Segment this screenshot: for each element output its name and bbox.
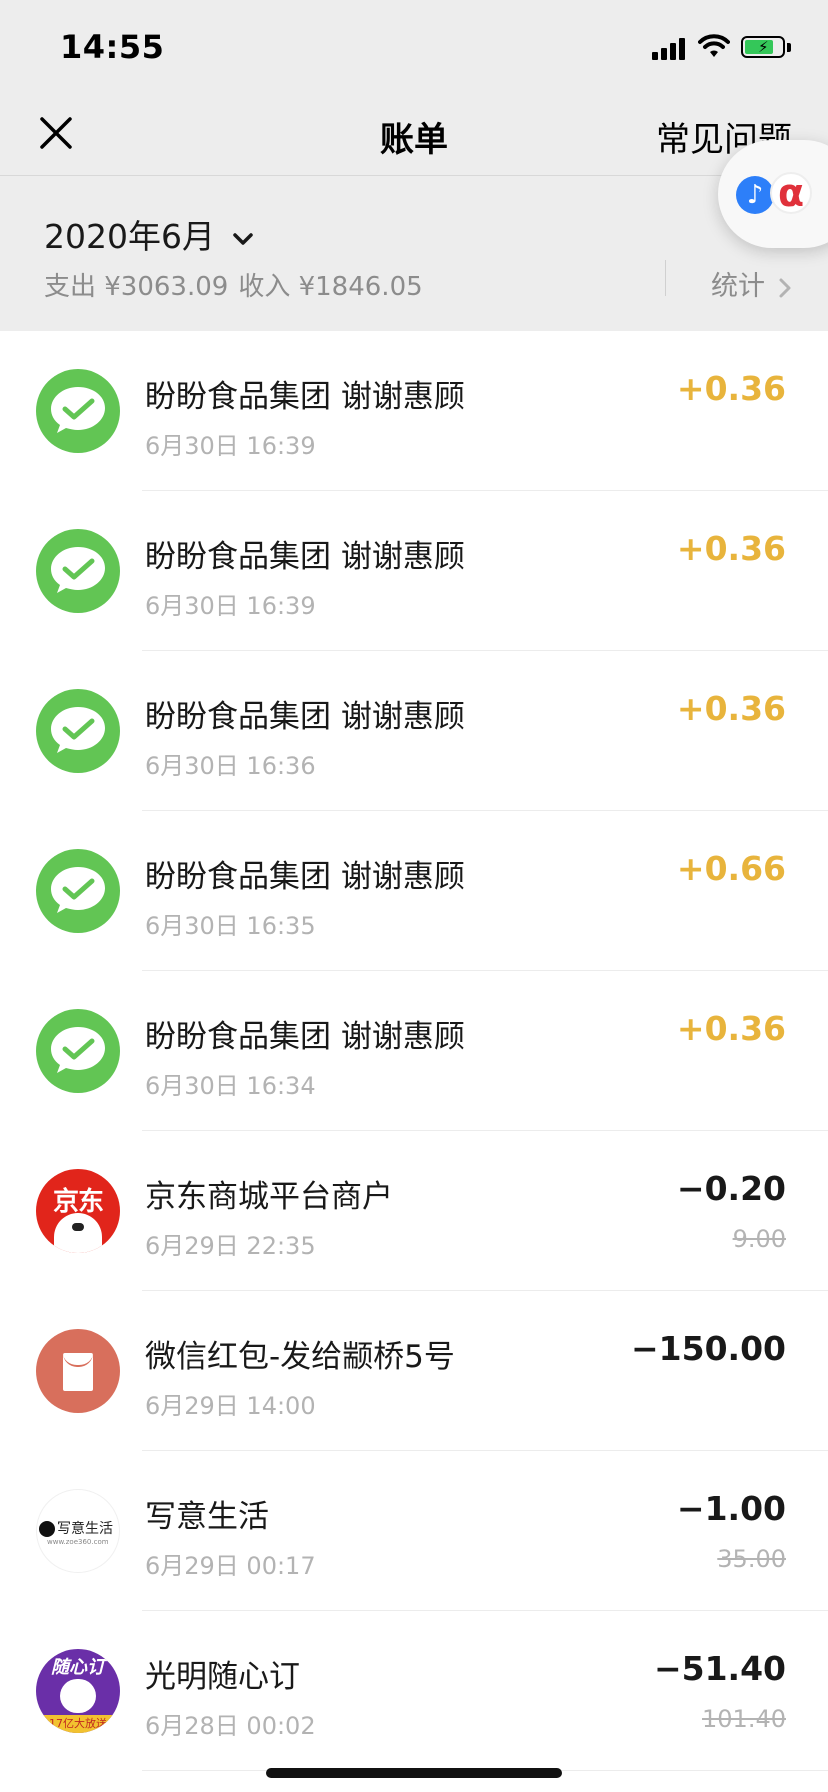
cellular-signal-icon [652,36,686,60]
transaction-list: 盼盼食品集团 谢谢惠顾 6月30日 16:39 +0.36 盼盼食品集团 谢谢惠顾 6月… [0,331,828,1771]
transaction-amount: +0.36 [676,369,786,408]
transaction-amount: +0.36 [676,1009,786,1048]
transaction-title: 盼盼食品集团 谢谢惠顾 [145,699,465,735]
transaction-title: 盼盼食品集团 谢谢惠顾 [145,539,465,575]
wechat-pay-icon [36,849,120,933]
transaction-title: 写意生活 [145,1499,269,1535]
month-label: 2020年6月 [44,217,215,256]
transaction-row[interactable]: 写意生活 www.zoe360.com 写意生活 6月29日 00:17 −1.00 35… [0,1451,828,1611]
transaction-title: 盼盼食品集团 谢谢惠顾 [145,1019,465,1055]
transaction-title: 微信红包-发给颛桥5号 [145,1339,455,1375]
transaction-time: 6月30日 16:39 [145,432,316,460]
transaction-title: 盼盼食品集团 谢谢惠顾 [145,859,465,895]
stats-label: 统计 [711,271,765,302]
transaction-row[interactable]: 盼盼食品集团 谢谢惠顾 6月30日 16:36 +0.36 [0,651,828,811]
original-price: 101.40 [702,1705,786,1733]
stats-link[interactable]: 统计 [711,264,792,303]
status-bar: 14:55 ⚡ [0,0,828,96]
transaction-time: 6月28日 00:02 [145,1712,316,1740]
transaction-row[interactable]: 盼盼食品集团 谢谢惠顾 6月30日 16:39 +0.36 [0,331,828,491]
wechat-pay-icon [36,1009,120,1093]
wifi-icon [698,34,730,57]
wechat-pay-icon [36,369,120,453]
jd-logo-icon: 京东 [36,1169,120,1253]
expense-total: 支出 ¥3063.09 [44,272,229,302]
transaction-amount: −51.40 [653,1649,786,1688]
transaction-title: 光明随心订 [145,1659,300,1695]
red-packet-icon [36,1329,120,1413]
transaction-amount: +0.66 [676,849,786,888]
transaction-time: 6月29日 22:35 [145,1232,316,1260]
xieyi-logo-icon: 写意生活 www.zoe360.com [36,1489,120,1573]
transaction-amount: −150.00 [631,1329,786,1368]
header-area: 14:55 ⚡ 账单 常见问题 2020年6月 支出 ¥3063.09 收入 ¥1… [0,0,828,331]
guangming-logo-band: 17亿大放送 [36,1715,120,1733]
transaction-row[interactable]: 盼盼食品集团 谢谢惠顾 6月30日 16:39 +0.36 [0,491,828,651]
wechat-pay-icon [36,529,120,613]
transaction-title: 盼盼食品集团 谢谢惠顾 [145,379,465,415]
transaction-time: 6月30日 16:39 [145,592,316,620]
monthly-summary: 支出 ¥3063.09 收入 ¥1846.05 [44,266,423,303]
transaction-row[interactable]: 盼盼食品集团 谢谢惠顾 6月30日 16:34 +0.36 [0,971,828,1131]
transaction-row[interactable]: 随心订 17亿大放送 光明随心订 6月28日 00:02 −51.40 101.40 [0,1611,828,1771]
xieyi-logo-text: 写意生活 [57,1521,113,1537]
transaction-time: 6月29日 14:00 [145,1392,316,1420]
transaction-row[interactable]: 盼盼食品集团 谢谢惠顾 6月30日 16:35 +0.66 [0,811,828,971]
navigation-bar: 账单 常见问题 [0,96,828,176]
alpha-icon: α [770,172,812,214]
wechat-pay-icon [36,689,120,773]
floating-app-switcher[interactable]: ♪ α [718,140,828,248]
month-selector[interactable]: 2020年6月 [44,210,255,258]
guangming-logo-icon: 随心订 17亿大放送 [36,1649,120,1733]
transaction-amount: −0.20 [676,1169,786,1208]
original-price: 35.00 [717,1545,786,1573]
close-icon[interactable] [34,111,78,155]
transaction-time: 6月30日 16:36 [145,752,316,780]
transaction-amount: +0.36 [676,689,786,728]
transaction-time: 6月30日 16:35 [145,912,316,940]
divider [665,260,666,296]
transaction-row[interactable]: 京东 京东商城平台商户 6月29日 22:35 −0.20 9.00 [0,1131,828,1291]
income-total: 收入 ¥1846.05 [238,272,423,302]
transaction-amount: +0.36 [676,529,786,568]
battery-charging-icon: ⚡ [741,36,793,60]
xieyi-logo-url: www.zoe360.com [47,1538,109,1546]
transaction-amount: −1.00 [676,1489,786,1528]
original-price: 9.00 [732,1225,786,1253]
transaction-row[interactable]: 微信红包-发给颛桥5号 6月29日 14:00 −150.00 [0,1291,828,1451]
transaction-title: 京东商城平台商户 [145,1179,393,1215]
music-note-icon: ♪ [736,176,774,214]
home-indicator[interactable] [266,1768,562,1778]
transaction-time: 6月29日 00:17 [145,1552,316,1580]
chevron-right-icon [779,278,791,297]
chevron-down-icon [233,232,254,245]
guangming-logo-text: 随心订 [51,1657,105,1678]
status-time: 14:55 [60,28,165,66]
transaction-time: 6月30日 16:34 [145,1072,316,1100]
